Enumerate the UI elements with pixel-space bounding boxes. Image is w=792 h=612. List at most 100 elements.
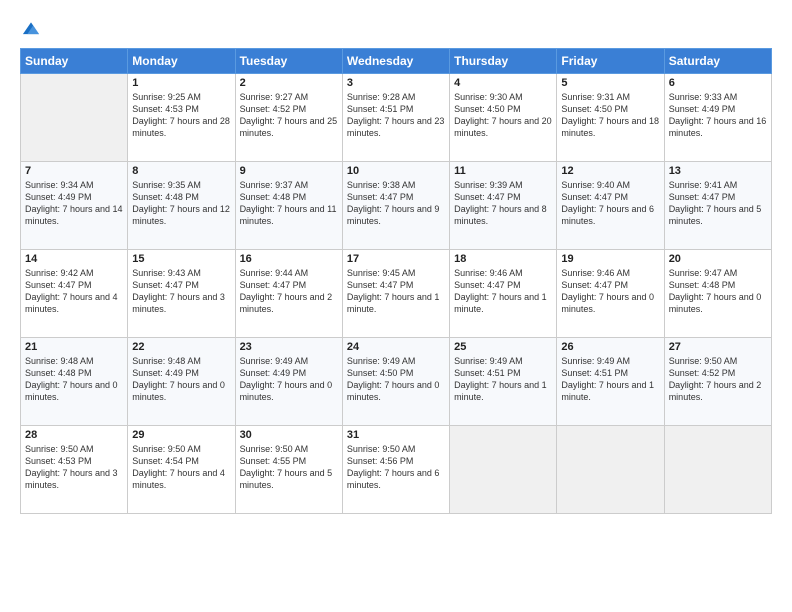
sunset: Sunset: 4:47 PM	[561, 280, 628, 290]
header-cell: Monday	[128, 49, 235, 74]
day-cell: 8 Sunrise: 9:35 AM Sunset: 4:48 PM Dayli…	[128, 162, 235, 250]
daylight: Daylight: 7 hours and 1 minute.	[454, 380, 547, 402]
day-cell: 24 Sunrise: 9:49 AM Sunset: 4:50 PM Dayl…	[342, 338, 449, 426]
header-cell: Thursday	[450, 49, 557, 74]
sunset: Sunset: 4:55 PM	[240, 456, 307, 466]
day-number: 13	[669, 165, 767, 177]
cell-info: Sunrise: 9:37 AM Sunset: 4:48 PM Dayligh…	[240, 179, 338, 228]
sunrise: Sunrise: 9:50 AM	[132, 444, 201, 454]
cell-info: Sunrise: 9:33 AM Sunset: 4:49 PM Dayligh…	[669, 91, 767, 140]
daylight: Daylight: 7 hours and 6 minutes.	[347, 468, 440, 490]
sunrise: Sunrise: 9:31 AM	[561, 92, 630, 102]
sunrise: Sunrise: 9:42 AM	[25, 268, 94, 278]
sunrise: Sunrise: 9:25 AM	[132, 92, 201, 102]
day-cell	[664, 426, 771, 514]
sunset: Sunset: 4:47 PM	[454, 280, 521, 290]
daylight: Daylight: 7 hours and 28 minutes.	[132, 116, 230, 138]
day-cell: 25 Sunrise: 9:49 AM Sunset: 4:51 PM Dayl…	[450, 338, 557, 426]
daylight: Daylight: 7 hours and 3 minutes.	[25, 468, 118, 490]
day-number: 1	[132, 77, 230, 89]
header-cell: Friday	[557, 49, 664, 74]
sunset: Sunset: 4:49 PM	[25, 192, 92, 202]
day-cell: 1 Sunrise: 9:25 AM Sunset: 4:53 PM Dayli…	[128, 74, 235, 162]
day-number: 15	[132, 253, 230, 265]
header	[20, 18, 772, 40]
day-number: 17	[347, 253, 445, 265]
day-number: 18	[454, 253, 552, 265]
sunset: Sunset: 4:51 PM	[454, 368, 521, 378]
sunset: Sunset: 4:54 PM	[132, 456, 199, 466]
sunset: Sunset: 4:47 PM	[669, 192, 736, 202]
day-cell	[450, 426, 557, 514]
daylight: Daylight: 7 hours and 12 minutes.	[132, 204, 230, 226]
daylight: Daylight: 7 hours and 0 minutes.	[25, 380, 118, 402]
cell-info: Sunrise: 9:39 AM Sunset: 4:47 PM Dayligh…	[454, 179, 552, 228]
day-cell: 2 Sunrise: 9:27 AM Sunset: 4:52 PM Dayli…	[235, 74, 342, 162]
daylight: Daylight: 7 hours and 0 minutes.	[561, 292, 654, 314]
cell-info: Sunrise: 9:45 AM Sunset: 4:47 PM Dayligh…	[347, 267, 445, 316]
sunrise: Sunrise: 9:41 AM	[669, 180, 738, 190]
day-number: 20	[669, 253, 767, 265]
week-row: 21 Sunrise: 9:48 AM Sunset: 4:48 PM Dayl…	[21, 338, 772, 426]
sunset: Sunset: 4:48 PM	[240, 192, 307, 202]
day-cell: 30 Sunrise: 9:50 AM Sunset: 4:55 PM Dayl…	[235, 426, 342, 514]
day-cell: 13 Sunrise: 9:41 AM Sunset: 4:47 PM Dayl…	[664, 162, 771, 250]
week-row: 7 Sunrise: 9:34 AM Sunset: 4:49 PM Dayli…	[21, 162, 772, 250]
sunrise: Sunrise: 9:46 AM	[561, 268, 630, 278]
sunset: Sunset: 4:50 PM	[561, 104, 628, 114]
cell-info: Sunrise: 9:49 AM Sunset: 4:51 PM Dayligh…	[454, 355, 552, 404]
sunset: Sunset: 4:51 PM	[561, 368, 628, 378]
day-cell: 12 Sunrise: 9:40 AM Sunset: 4:47 PM Dayl…	[557, 162, 664, 250]
day-number: 24	[347, 341, 445, 353]
daylight: Daylight: 7 hours and 8 minutes.	[454, 204, 547, 226]
week-row: 14 Sunrise: 9:42 AM Sunset: 4:47 PM Dayl…	[21, 250, 772, 338]
cell-info: Sunrise: 9:49 AM Sunset: 4:51 PM Dayligh…	[561, 355, 659, 404]
logo-icon	[20, 18, 42, 40]
day-number: 22	[132, 341, 230, 353]
header-cell: Sunday	[21, 49, 128, 74]
day-cell: 10 Sunrise: 9:38 AM Sunset: 4:47 PM Dayl…	[342, 162, 449, 250]
day-cell: 29 Sunrise: 9:50 AM Sunset: 4:54 PM Dayl…	[128, 426, 235, 514]
sunrise: Sunrise: 9:30 AM	[454, 92, 523, 102]
cell-info: Sunrise: 9:50 AM Sunset: 4:55 PM Dayligh…	[240, 443, 338, 492]
sunset: Sunset: 4:49 PM	[240, 368, 307, 378]
sunset: Sunset: 4:48 PM	[132, 192, 199, 202]
sunrise: Sunrise: 9:48 AM	[132, 356, 201, 366]
day-number: 16	[240, 253, 338, 265]
day-number: 27	[669, 341, 767, 353]
daylight: Daylight: 7 hours and 16 minutes.	[669, 116, 767, 138]
day-cell: 14 Sunrise: 9:42 AM Sunset: 4:47 PM Dayl…	[21, 250, 128, 338]
day-number: 29	[132, 429, 230, 441]
sunrise: Sunrise: 9:45 AM	[347, 268, 416, 278]
sunset: Sunset: 4:47 PM	[347, 192, 414, 202]
day-cell: 17 Sunrise: 9:45 AM Sunset: 4:47 PM Dayl…	[342, 250, 449, 338]
cell-info: Sunrise: 9:43 AM Sunset: 4:47 PM Dayligh…	[132, 267, 230, 316]
sunset: Sunset: 4:51 PM	[347, 104, 414, 114]
sunrise: Sunrise: 9:48 AM	[25, 356, 94, 366]
sunrise: Sunrise: 9:49 AM	[240, 356, 309, 366]
daylight: Daylight: 7 hours and 9 minutes.	[347, 204, 440, 226]
sunset: Sunset: 4:47 PM	[347, 280, 414, 290]
day-number: 12	[561, 165, 659, 177]
daylight: Daylight: 7 hours and 18 minutes.	[561, 116, 659, 138]
cell-info: Sunrise: 9:49 AM Sunset: 4:49 PM Dayligh…	[240, 355, 338, 404]
day-number: 25	[454, 341, 552, 353]
day-cell: 20 Sunrise: 9:47 AM Sunset: 4:48 PM Dayl…	[664, 250, 771, 338]
day-number: 19	[561, 253, 659, 265]
sunrise: Sunrise: 9:33 AM	[669, 92, 738, 102]
daylight: Daylight: 7 hours and 6 minutes.	[561, 204, 654, 226]
sunset: Sunset: 4:47 PM	[240, 280, 307, 290]
sunrise: Sunrise: 9:43 AM	[132, 268, 201, 278]
daylight: Daylight: 7 hours and 1 minute.	[561, 380, 654, 402]
header-cell: Saturday	[664, 49, 771, 74]
sunrise: Sunrise: 9:27 AM	[240, 92, 309, 102]
day-cell: 19 Sunrise: 9:46 AM Sunset: 4:47 PM Dayl…	[557, 250, 664, 338]
sunset: Sunset: 4:56 PM	[347, 456, 414, 466]
sunset: Sunset: 4:47 PM	[132, 280, 199, 290]
daylight: Daylight: 7 hours and 5 minutes.	[669, 204, 762, 226]
day-cell: 22 Sunrise: 9:48 AM Sunset: 4:49 PM Dayl…	[128, 338, 235, 426]
sunrise: Sunrise: 9:39 AM	[454, 180, 523, 190]
cell-info: Sunrise: 9:30 AM Sunset: 4:50 PM Dayligh…	[454, 91, 552, 140]
daylight: Daylight: 7 hours and 4 minutes.	[25, 292, 118, 314]
sunrise: Sunrise: 9:49 AM	[347, 356, 416, 366]
